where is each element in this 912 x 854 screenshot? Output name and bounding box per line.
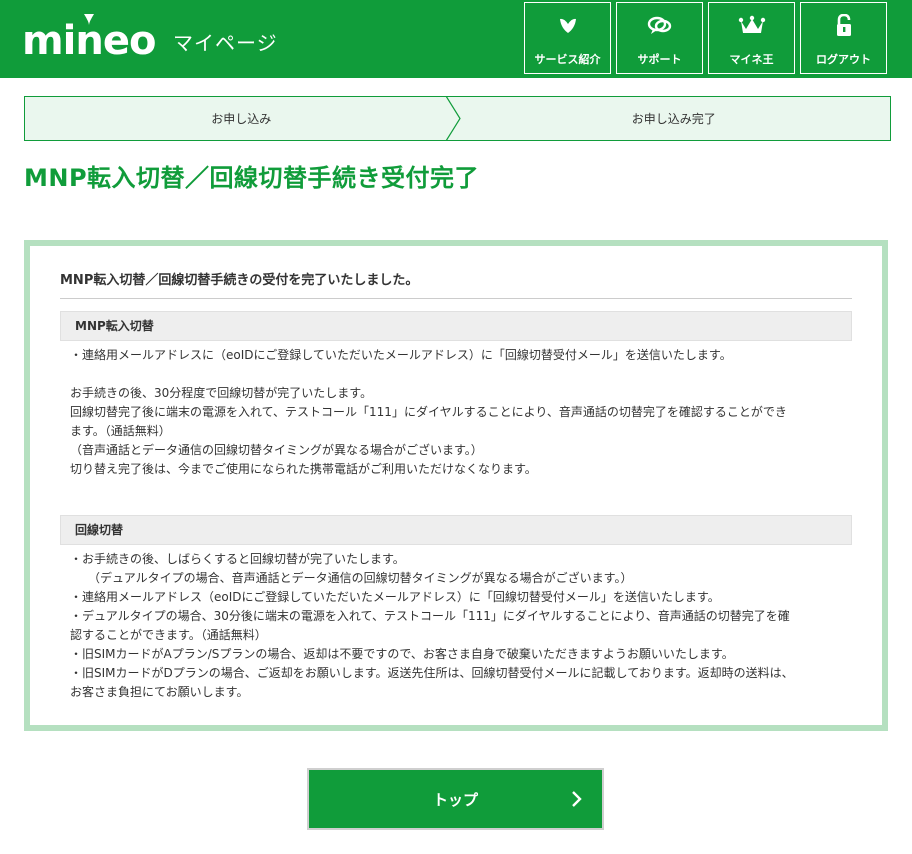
section-line-switch-body: ・お手続きの後、しばらくすると回線切替が完了いたします。 （デュアルタイプの場合…	[70, 550, 852, 702]
switch-line: ・連絡用メールアドレス（eoIDにご登録していただいたメールアドレス）に「回線切…	[70, 590, 720, 604]
switch-line: ・お手続きの後、しばらくすると回線切替が完了いたします。	[70, 552, 405, 566]
mnp-line: （音声通話とデータ通信の回線切替タイミングが異なる場合がございます。）	[70, 443, 483, 457]
mineo-logo[interactable]: mineo	[22, 14, 156, 64]
nav-support-label: サポート	[637, 53, 682, 66]
mnp-line: ます。（通話無料）	[70, 424, 171, 438]
switch-line: ・旧SIMカードがDプランの場合、ご返却をお願いします。返送先住所は、回線切替受…	[70, 666, 794, 680]
switch-line: ・デュアルタイプの場合、30分後に端末の電源を入れて、テストコール「111」にダ…	[70, 609, 790, 623]
crown-icon	[738, 13, 766, 39]
section-line-switch-header: 回線切替	[60, 515, 852, 545]
switch-line: （デュアルタイプの場合、音声通話とデータ通信の回線切替タイミングが異なる場合がご…	[88, 571, 633, 585]
completion-heading: MNP転入切替／回線切替手続きの受付を完了いたしました。	[60, 272, 852, 299]
completion-box: MNP転入切替／回線切替手続きの受付を完了いたしました。 MNP転入切替 ・連絡…	[24, 240, 888, 731]
page-title: MNP転入切替／回線切替手続き受付完了	[24, 164, 480, 192]
nav-logout-button[interactable]: ログアウト	[800, 2, 887, 74]
heart-leaf-icon	[557, 13, 579, 39]
switch-line: 認することができます。（通話無料）	[70, 628, 267, 642]
nav-mineoh-label: マイネ王	[729, 53, 774, 66]
header-bar: mineo マイページ サービス紹介 サポート マイネ王 ログアウト	[0, 0, 912, 78]
unlock-icon	[834, 13, 854, 39]
mnp-line: 切り替え完了後は、今までご使用になられた携帯電話がご利用いただけなくなります。	[70, 462, 537, 476]
logo-heart-icon	[84, 14, 94, 25]
step-application-label: お申し込み	[211, 112, 272, 126]
top-button-label: トップ	[432, 790, 478, 809]
step-complete-label: お申し込み完了	[631, 112, 716, 126]
mnp-line: お手続きの後、30分程度で回線切替が完了いたします。	[70, 386, 373, 400]
switch-line: ・旧SIMカードがAプラン/Sプランの場合、返却は不要ですので、お客さま自身で破…	[70, 647, 734, 661]
header-nav: サービス紹介 サポート マイネ王 ログアウト	[524, 2, 887, 74]
switch-line: お客さま負担にてお願いします。	[70, 685, 249, 699]
section-mnp-body: ・連絡用メールアドレスに（eoIDにご登録していただいたメールアドレス）に「回線…	[70, 346, 852, 479]
mnp-line: ・連絡用メールアドレスに（eoIDにご登録していただいたメールアドレス）に「回線…	[70, 348, 732, 362]
top-button[interactable]: トップ	[307, 768, 604, 830]
step-application: お申し込み	[25, 97, 458, 140]
section-mnp-header: MNP転入切替	[60, 311, 852, 341]
progress-steps: お申し込み お申し込み完了	[24, 96, 891, 141]
nav-service-label: サービス紹介	[534, 53, 601, 66]
nav-service-button[interactable]: サービス紹介	[524, 2, 611, 74]
chevron-right-icon	[572, 791, 582, 807]
nav-logout-label: ログアウト	[816, 53, 871, 66]
nav-mineoh-button[interactable]: マイネ王	[708, 2, 795, 74]
step-chevron-icon	[445, 96, 461, 141]
mypage-label: マイページ	[173, 31, 278, 55]
nav-support-button[interactable]: サポート	[616, 2, 703, 74]
chat-bubbles-icon	[647, 13, 673, 39]
step-complete: お申し込み完了	[458, 97, 891, 140]
mnp-line: 回線切替完了後に端末の電源を入れて、テストコール「111」にダイヤルすることによ…	[70, 405, 787, 419]
